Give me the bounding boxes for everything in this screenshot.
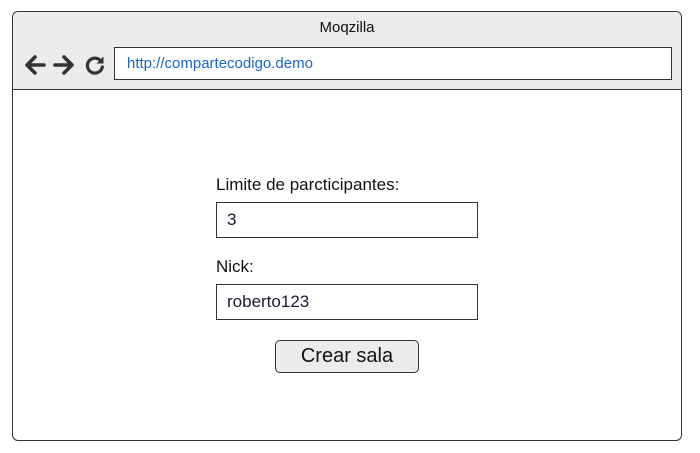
nick-label: Nick: xyxy=(216,257,254,276)
browser-window: Moqzilla http://compartecodigo.demo Limi… xyxy=(12,11,682,441)
reload-icon xyxy=(85,56,104,75)
participant-limit-input[interactable] xyxy=(216,202,478,238)
reload-button[interactable] xyxy=(82,52,108,78)
address-bar[interactable]: http://compartecodigo.demo xyxy=(114,47,672,80)
page-content: Limite de parcticipantes: Nick: Crear sa… xyxy=(13,90,681,440)
browser-toolbar: Moqzilla http://compartecodigo.demo xyxy=(13,12,681,90)
create-room-button[interactable]: Crear sala xyxy=(275,340,419,373)
participant-limit-label: Limite de parcticipantes: xyxy=(216,175,400,194)
arrow-right-icon xyxy=(53,55,74,75)
forward-button[interactable] xyxy=(51,52,77,78)
back-button[interactable] xyxy=(22,52,48,78)
nick-input[interactable] xyxy=(216,284,478,320)
arrow-left-icon xyxy=(25,55,46,75)
window-title: Moqzilla xyxy=(319,19,375,36)
